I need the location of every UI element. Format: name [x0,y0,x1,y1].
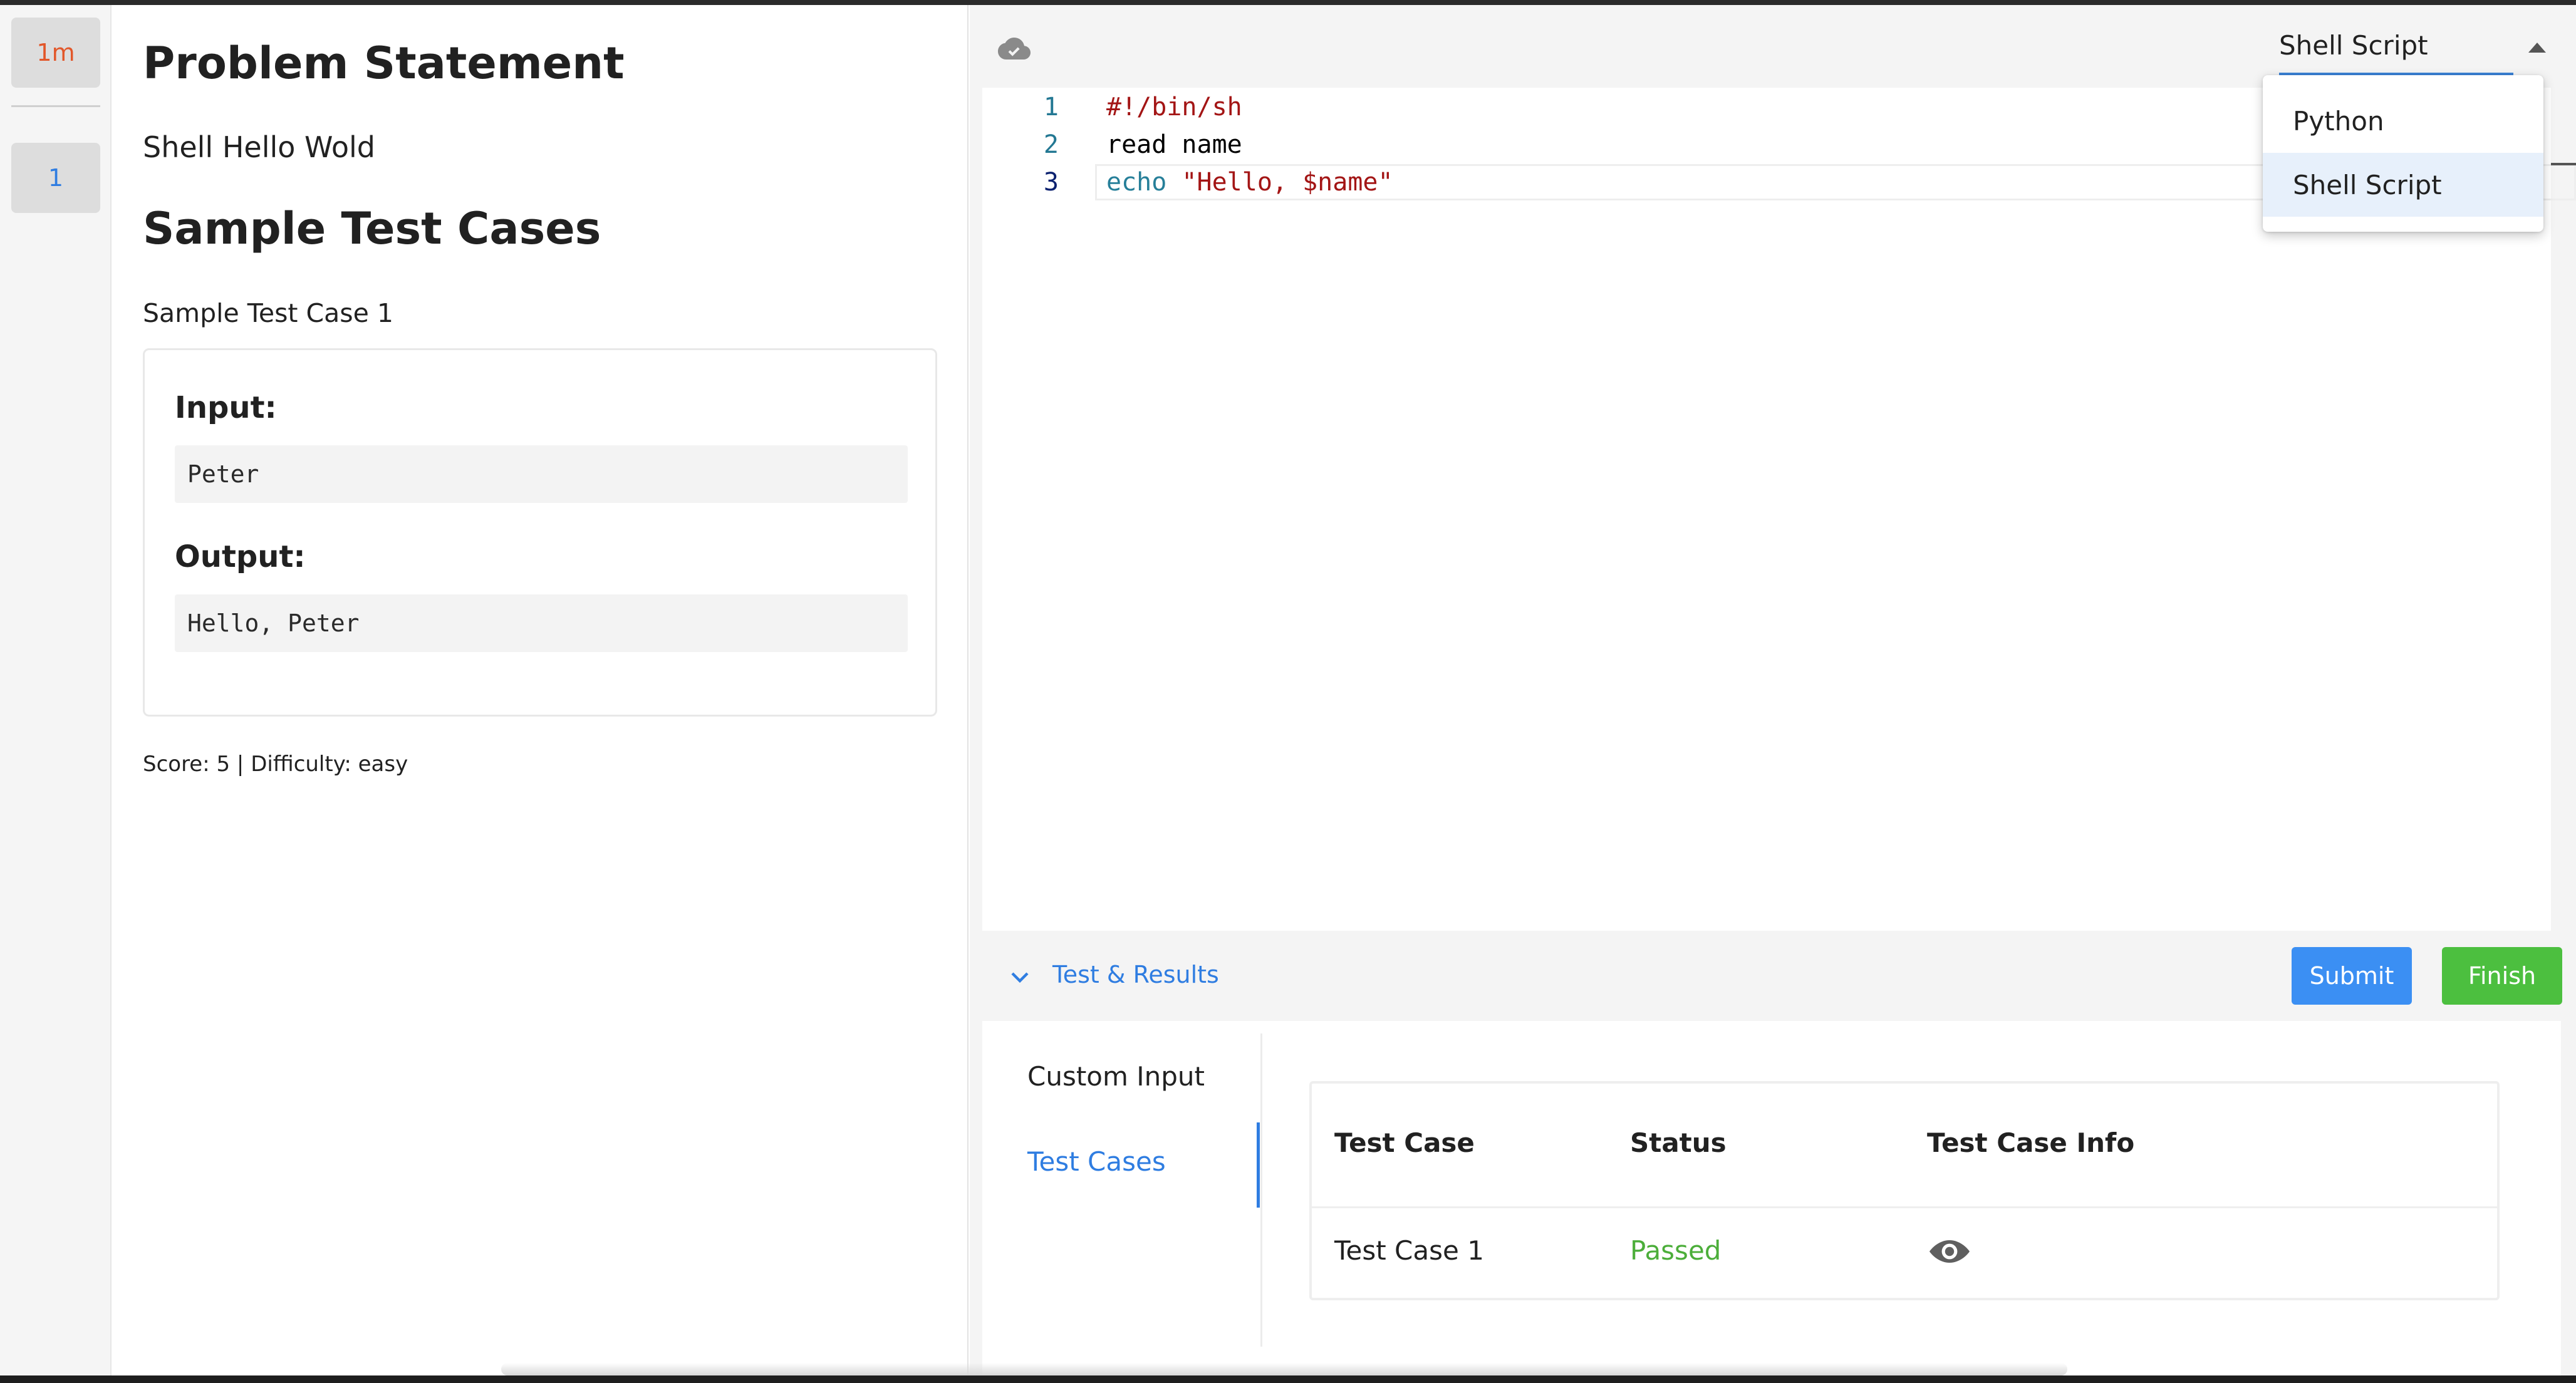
column-header-test-case-info: Test Case Info [1927,1127,2135,1158]
test-results-toggle[interactable]: Test & Results [1052,961,1219,988]
table-header-divider [1312,1206,2497,1208]
language-select-value: Shell Script [2279,30,2428,61]
sample-test-cases-title: Sample Test Cases [143,203,601,254]
submit-button[interactable]: Submit [2292,947,2412,1005]
overview-ruler-mark [2551,163,2576,165]
language-menu: Python Shell Script [2263,75,2543,232]
cell-status: Passed [1630,1235,1722,1266]
column-header-test-case: Test Case [1334,1127,1475,1158]
timer-button[interactable]: 1m [11,18,100,88]
cell-test-case-name: Test Case 1 [1334,1235,1484,1266]
input-label: Input: [175,390,277,425]
caret-up-icon[interactable] [2528,43,2546,53]
language-select[interactable]: Shell Script [2279,25,2513,75]
output-label: Output: [175,539,306,574]
window-bottom-edge [0,1375,2576,1383]
problem-panel: Problem Statement Shell Hello Wold Sampl… [112,5,969,1375]
left-rail: 1m 1 [0,5,112,1375]
code-line[interactable]: read name [1106,130,1242,159]
problem-title: Problem Statement [143,38,625,89]
tab-test-cases[interactable]: Test Cases [1027,1146,1166,1177]
line-number: 2 [1043,130,1059,159]
window-top-edge [0,0,2576,5]
language-option-shell-script[interactable]: Shell Script [2263,153,2543,217]
code-string: "Hello, $name" [1182,168,1393,197]
code-line[interactable]: #!/bin/sh [1106,93,1242,122]
line-number: 3 [1043,168,1059,197]
output-value: Hello, Peter [175,594,908,652]
line-number: 1 [1043,93,1059,122]
active-tab-indicator [1257,1122,1260,1208]
eye-icon[interactable] [1927,1236,1972,1266]
tabs-divider [1260,1033,1262,1347]
chevron-down-icon[interactable] [1007,965,1032,990]
language-option-python[interactable]: Python [2263,89,2543,153]
column-header-status: Status [1630,1127,1727,1158]
score-difficulty: Score: 5 | Difficulty: easy [143,752,408,777]
sample-test-case-label: Sample Test Case 1 [143,298,393,328]
bottom-shadow [501,1363,2067,1375]
finish-button[interactable]: Finish [2442,947,2562,1005]
rail-divider [11,105,100,107]
code-keyword: echo [1106,168,1167,197]
problem-description: Shell Hello Wold [143,130,375,164]
question-number-button[interactable]: 1 [11,143,100,213]
code-line[interactable]: echo "Hello, $name" [1106,168,1393,197]
sample-test-case-card: Input: Peter Output: Hello, Peter [143,348,937,717]
cloud-done-icon[interactable] [996,35,1031,63]
test-results-table [1309,1081,2500,1300]
tab-custom-input[interactable]: Custom Input [1027,1061,1205,1092]
input-value: Peter [175,445,908,503]
